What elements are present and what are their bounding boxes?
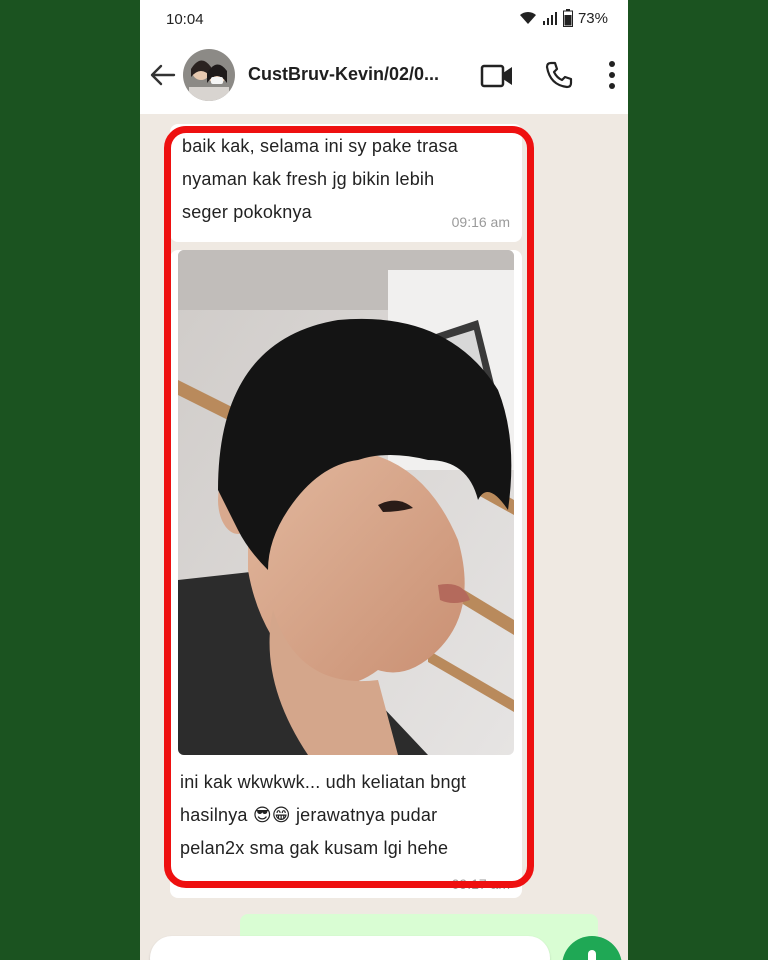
message-time: 09:16 am [451, 214, 510, 230]
contact-avatar[interactable] [183, 49, 235, 101]
status-time: 10:04 [166, 11, 204, 28]
mic-icon [588, 950, 596, 960]
status-icons: 73% [519, 9, 608, 27]
photo-attachment[interactable] [178, 250, 514, 755]
caption-line: hasilnya 😎😁 jerawatnya pudar [180, 805, 438, 825]
contact-name[interactable]: CustBruv-Kevin/02/0... [248, 64, 456, 85]
status-bar: 10:04 73% [140, 0, 628, 38]
mic-button[interactable] [562, 936, 622, 960]
phone-screen: 10:04 73% CustBruv-Kevin/02/0... baik ka… [140, 0, 628, 960]
photo-caption: ini kak wkwkwk... udh keliatan bngt hasi… [180, 766, 516, 865]
message-line: baik kak, selama ini sy pake trasa [182, 136, 458, 156]
chat-header: CustBruv-Kevin/02/0... [140, 38, 628, 114]
battery-percentage: 73% [577, 9, 608, 27]
message-bubble[interactable]: baik kak, selama ini sy pake trasa nyama… [170, 124, 522, 242]
phone-icon[interactable] [544, 60, 574, 90]
video-call-icon[interactable] [480, 63, 514, 89]
caption-line: ini kak wkwkwk... udh keliatan bngt [180, 772, 467, 792]
more-vert-icon[interactable] [608, 60, 616, 90]
back-arrow-icon[interactable] [150, 64, 176, 86]
battery-icon [562, 9, 573, 27]
message-time: 09:17 am [451, 876, 510, 892]
chat-area[interactable]: baik kak, selama ini sy pake trasa nyama… [140, 114, 628, 960]
signal-icon [542, 12, 557, 25]
message-composer[interactable] [150, 936, 550, 960]
message-line: nyaman kak fresh jg bikin lebih [182, 169, 435, 189]
wifi-icon [519, 11, 536, 24]
caption-line: pelan2x sma gak kusam lgi hehe [180, 838, 449, 858]
